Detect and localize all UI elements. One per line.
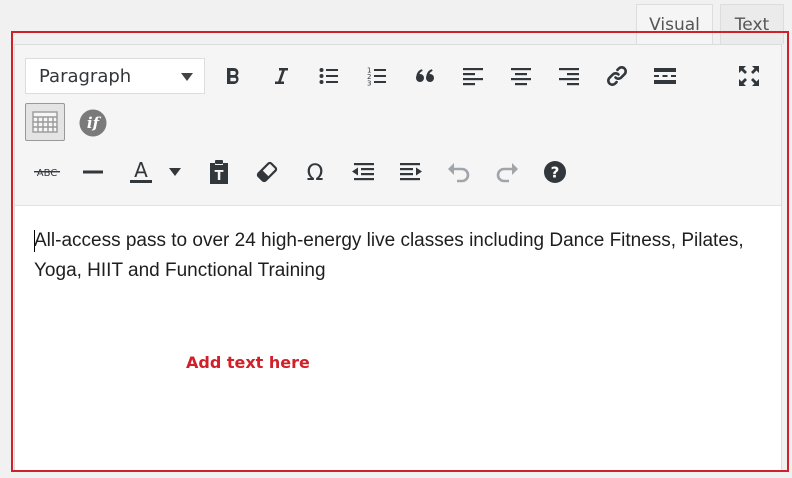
- horizontal-line-button[interactable]: [75, 154, 111, 190]
- svg-text:A: A: [134, 159, 148, 182]
- redo-button[interactable]: [489, 154, 525, 190]
- link-icon: [605, 64, 629, 88]
- italic-button[interactable]: [263, 58, 299, 94]
- help-button[interactable]: ?: [537, 154, 573, 190]
- chevron-down-icon: [181, 73, 193, 81]
- text-color-icon: A: [129, 159, 153, 185]
- svg-text:?: ?: [551, 164, 560, 182]
- chevron-down-icon: [169, 168, 181, 176]
- conditional-if-icon: if: [79, 109, 107, 137]
- numbered-list-button[interactable]: 123: [359, 58, 395, 94]
- help-icon: ?: [543, 160, 567, 184]
- clear-formatting-button[interactable]: [249, 154, 285, 190]
- editor-tabs: Visual Text: [0, 0, 792, 44]
- align-right-button[interactable]: [551, 58, 587, 94]
- conditional-if-button[interactable]: if: [75, 105, 111, 141]
- read-more-button[interactable]: [647, 58, 683, 94]
- align-center-button[interactable]: [503, 58, 539, 94]
- tab-text[interactable]: Text: [720, 4, 784, 44]
- strikethrough-icon: ABC: [33, 165, 61, 179]
- svg-text:ABC: ABC: [37, 168, 58, 179]
- tab-visual[interactable]: Visual: [636, 4, 713, 44]
- toolbar-toggle-button[interactable]: [25, 103, 65, 141]
- read-more-icon: [653, 65, 677, 87]
- redo-icon: [495, 160, 519, 184]
- italic-icon: [270, 65, 292, 87]
- blockquote-icon: [414, 65, 436, 87]
- align-left-button[interactable]: [455, 58, 491, 94]
- decrease-indent-button[interactable]: [345, 154, 381, 190]
- format-select[interactable]: Paragraph: [25, 58, 205, 94]
- link-button[interactable]: [599, 58, 635, 94]
- toolbar-toggle-icon: [32, 111, 58, 133]
- content-paragraph[interactable]: All-access pass to over 24 high-energy l…: [34, 226, 764, 286]
- fullscreen-button[interactable]: [731, 58, 767, 94]
- bold-button[interactable]: [215, 58, 251, 94]
- bold-icon: [222, 65, 244, 87]
- align-left-icon: [462, 65, 484, 87]
- numbered-list-icon: 123: [366, 65, 388, 87]
- editor-frame: Paragraph 123 if ABC A T Ω ? All-access …: [14, 44, 782, 472]
- horizontal-line-icon: [82, 161, 104, 183]
- align-right-icon: [558, 65, 580, 87]
- clear-formatting-icon: [255, 160, 279, 184]
- increase-indent-icon: [399, 161, 423, 183]
- annotation-label: Add text here: [186, 353, 310, 372]
- paste-as-text-button[interactable]: T: [201, 154, 237, 190]
- undo-icon: [447, 160, 471, 184]
- blockquote-button[interactable]: [407, 58, 443, 94]
- svg-text:T: T: [215, 169, 224, 184]
- bulleted-list-button[interactable]: [311, 58, 347, 94]
- fullscreen-icon: [737, 64, 761, 88]
- special-character-icon: Ω: [303, 160, 327, 184]
- svg-text:3: 3: [367, 80, 371, 88]
- special-character-button[interactable]: Ω: [297, 154, 333, 190]
- decrease-indent-icon: [351, 161, 375, 183]
- undo-button[interactable]: [441, 154, 477, 190]
- increase-indent-button[interactable]: [393, 154, 429, 190]
- editor-toolbar: Paragraph 123 if ABC A T Ω ?: [15, 45, 781, 206]
- strikethrough-button[interactable]: ABC: [27, 154, 67, 190]
- align-center-icon: [510, 65, 532, 87]
- text-color-dropdown[interactable]: [163, 154, 187, 190]
- paste-as-text-icon: T: [207, 159, 231, 185]
- bulleted-list-icon: [318, 65, 340, 87]
- text-color-button[interactable]: A: [123, 154, 159, 190]
- svg-text:Ω: Ω: [307, 161, 324, 184]
- format-select-value: Paragraph: [39, 65, 132, 87]
- editor-content[interactable]: All-access pass to over 24 high-energy l…: [15, 206, 781, 471]
